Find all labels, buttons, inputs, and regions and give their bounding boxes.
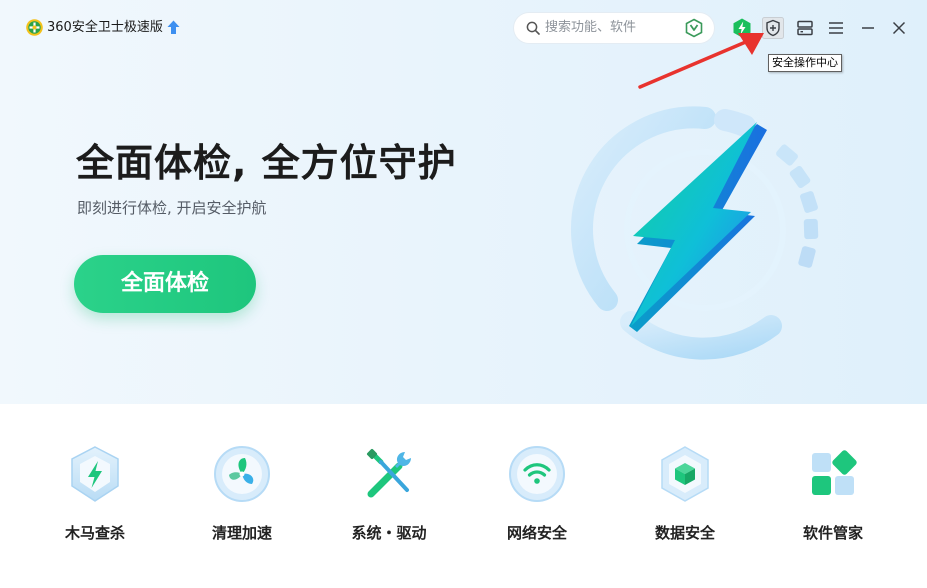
skin-icon[interactable] <box>794 17 816 39</box>
menu-icon[interactable] <box>825 17 847 39</box>
upgrade-arrow-icon[interactable] <box>167 20 180 35</box>
360-logo-icon <box>26 19 43 36</box>
tool-data-security[interactable]: 数据安全 <box>625 444 745 554</box>
wifi-shield-icon <box>509 446 565 502</box>
tool-label-data-security: 数据安全 <box>654 524 715 542</box>
search-icon <box>526 21 540 35</box>
lightning-shield-graphic <box>571 106 819 360</box>
tool-label-system-driver: 系统・驱动 <box>351 524 427 542</box>
trojan-scan-icon <box>71 446 119 502</box>
hero-title: 全面体检, 全方位守护 <box>76 141 457 185</box>
tool-label-network-security: 网络安全 <box>506 524 567 542</box>
tool-trojan-scan[interactable]: 木马查杀 <box>35 444 155 554</box>
minimize-icon[interactable] <box>857 17 879 39</box>
security-center-tooltip: 安全操作中心 <box>768 54 842 72</box>
tool-label-software-manager: 软件管家 <box>802 524 863 542</box>
tool-software-manager[interactable]: 软件管家 <box>773 444 893 554</box>
software-grid-icon <box>812 450 857 495</box>
data-cube-icon <box>661 446 709 502</box>
app-title: 360安全卫士极速版 <box>47 20 163 35</box>
search-placeholder: 搜索功能、软件 <box>545 20 637 35</box>
hero-subtitle: 即刻进行体检, 开启安全护航 <box>77 199 267 217</box>
annotation-arrow-icon <box>638 33 764 89</box>
wrench-screwdriver-icon <box>366 448 411 498</box>
title-bar[interactable]: 360安全卫士极速版 搜索功能、软件 <box>0 0 927 56</box>
tools-panel: 木马查杀 清理加速 系统・驱动 网络安全 数据安全 软件管家 <box>0 404 927 588</box>
cleanup-fan-icon <box>214 446 270 502</box>
tool-label-trojan-scan: 木马查杀 <box>64 524 125 542</box>
tool-system-driver[interactable]: 系统・驱动 <box>329 444 449 554</box>
close-icon[interactable] <box>888 17 910 39</box>
tool-network-security[interactable]: 网络安全 <box>477 444 597 554</box>
tool-cleanup[interactable]: 清理加速 <box>182 444 302 554</box>
app-window: 360安全卫士极速版 搜索功能、软件 安全操作中心 全面体检, 全方位守护 即刻… <box>0 0 927 588</box>
full-scan-button[interactable]: 全面体检 <box>74 255 256 313</box>
tool-label-cleanup: 清理加速 <box>211 524 272 542</box>
